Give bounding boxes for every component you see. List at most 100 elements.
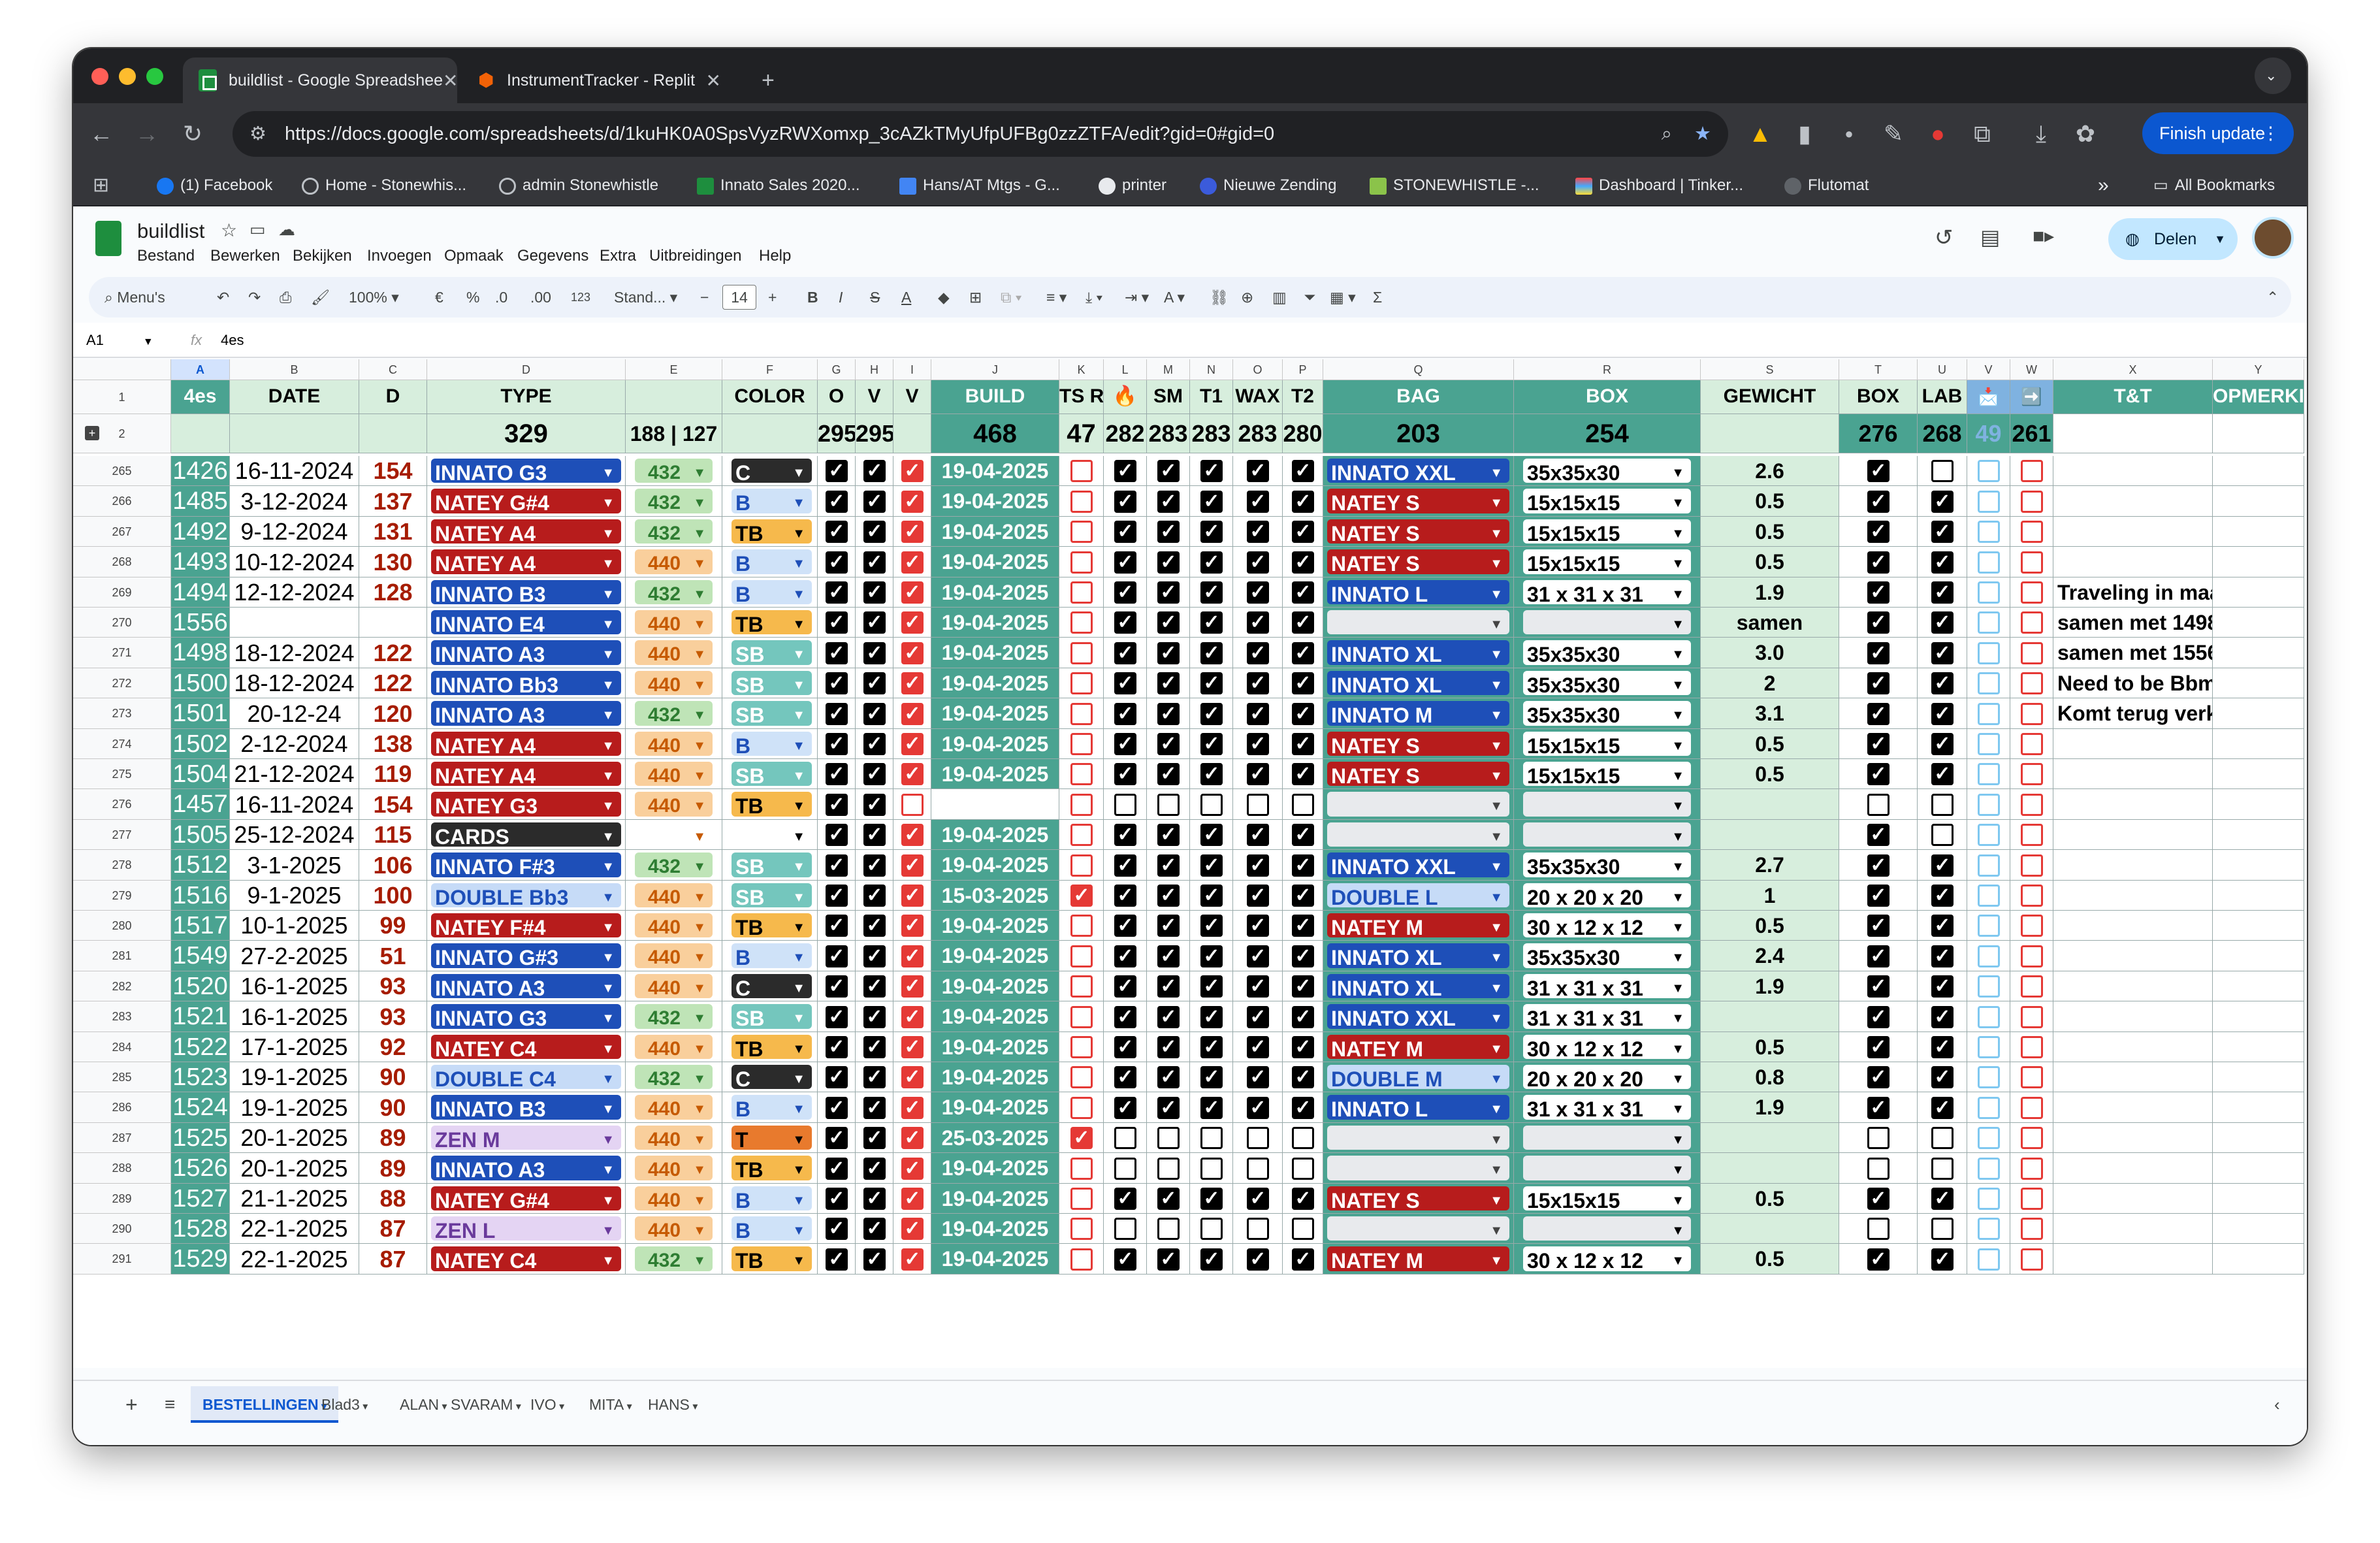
checkbox[interactable] [1070,581,1093,604]
checkbox-cell[interactable]: ✓ [1839,1184,1918,1214]
checkbox[interactable]: ✓ [1247,733,1269,755]
type-chip[interactable]: NATEY C4 [431,1246,621,1274]
checkbox-cell[interactable] [1283,1153,1323,1184]
checkbox[interactable]: ✓ [826,945,848,967]
color-chip[interactable]: TB [732,519,812,546]
remarks-cell[interactable] [2213,456,2304,486]
tuning-dropdown-cell[interactable]: 440 [626,729,722,759]
checkbox-cell[interactable]: ✓ [856,1001,893,1032]
color-chip[interactable]: SB [732,883,812,910]
build-date-cell[interactable]: 19-04-2025 [931,971,1059,1001]
bag-chip[interactable] [1327,1156,1509,1183]
apps-grid-icon[interactable]: ⊞ [93,165,109,206]
type-dropdown-cell[interactable]: INNATO G3 [427,456,626,486]
checkbox-cell[interactable]: ✓ [1190,971,1233,1001]
weight-cell[interactable]: 1 [1701,881,1839,911]
checkbox[interactable] [1070,1097,1093,1119]
summary-cell-u[interactable]: 268 [1918,414,1967,453]
track-trace-cell[interactable]: samen met 1498 [2053,608,2213,638]
bag-dropdown-cell[interactable]: NATEY S [1323,547,1514,577]
checkbox-cell[interactable]: ✓ [1190,1062,1233,1092]
checkbox-cell[interactable] [1059,608,1104,638]
bookmark-item[interactable]: Nieuwe Zending [1200,165,1336,206]
bookmark-item[interactable]: admin Stonewhistle [499,165,658,206]
bag-dropdown-cell[interactable] [1323,1214,1514,1244]
checkbox[interactable]: ✓ [1247,611,1269,634]
order-number-cell[interactable]: 1524 [171,1092,230,1123]
checkbox[interactable]: ✓ [1931,703,1954,725]
bag-dropdown-cell[interactable]: NATEY M [1323,1032,1514,1062]
checkbox[interactable]: ✓ [1247,1188,1269,1210]
italic-button[interactable]: I [839,277,843,317]
tuning-chip[interactable]: 432 [635,580,713,607]
checkbox[interactable]: ✓ [863,794,886,816]
checkbox[interactable]: ✓ [826,854,848,877]
checkbox[interactable]: ✓ [1867,915,1890,937]
order-number-cell[interactable]: 1485 [171,486,230,517]
collapse-toolbar-icon[interactable]: ⌃ [2266,277,2279,317]
checkbox-cell[interactable]: ✓ [818,850,856,881]
checkbox-cell[interactable]: ✓ [893,1123,931,1153]
checkbox[interactable] [2021,824,2043,846]
track-trace-cell[interactable] [2053,1092,2213,1123]
checkbox-cell[interactable] [1918,456,1967,486]
checkbox-cell[interactable]: ✓ [1233,577,1283,608]
checkbox[interactable]: ✓ [1070,885,1093,907]
remarks-cell[interactable] [2213,941,2304,971]
remarks-cell[interactable] [2213,638,2304,668]
type-chip[interactable]: NATEY C4 [431,1035,621,1062]
bag-chip[interactable]: NATEY M [1327,1035,1509,1062]
sheet-tab-ivo[interactable]: IVO ▾ [530,1386,564,1423]
checkbox[interactable]: ✓ [1157,1188,1180,1210]
checkbox[interactable]: ✓ [826,1127,848,1149]
order-number-cell[interactable]: 1520 [171,971,230,1001]
checkbox-cell[interactable]: ✓ [1233,1244,1283,1275]
checkbox-cell[interactable] [893,789,931,820]
build-date-cell[interactable]: 19-04-2025 [931,638,1059,668]
box-chip[interactable] [1523,1216,1691,1243]
checkbox[interactable]: ✓ [1157,1036,1180,1058]
build-date-cell[interactable]: 15-03-2025 [931,881,1059,911]
tuning-chip[interactable]: 440 [635,1216,713,1243]
checkbox[interactable]: ✓ [1931,854,1954,877]
checkbox-cell[interactable] [1147,1153,1190,1184]
checkbox[interactable] [1931,824,1954,846]
build-date-cell[interactable]: 19-04-2025 [931,456,1059,486]
checkbox-cell[interactable]: ✓ [1104,1184,1147,1214]
color-dropdown-cell[interactable]: SB [722,759,818,789]
checkbox[interactable]: ✓ [826,1097,848,1119]
box-chip[interactable]: 15x15x15 [1523,519,1691,546]
checkbox-cell[interactable] [1059,911,1104,941]
days-cell[interactable]: 99 [359,911,427,941]
bookmark-item[interactable]: (1) Facebook [157,165,272,206]
checkbox-cell[interactable] [1190,1153,1233,1184]
checkbox[interactable]: ✓ [1200,672,1223,694]
checkbox[interactable] [2021,1127,2043,1149]
date-cell[interactable]: 27-2-2025 [230,941,359,971]
type-chip[interactable]: NATEY G3 [431,792,621,819]
checkbox[interactable] [2021,491,2043,513]
build-date-cell[interactable]: 19-04-2025 [931,486,1059,517]
weight-cell[interactable]: 2 [1701,668,1839,698]
box-dropdown-cell[interactable]: 30 x 12 x 12 [1514,911,1701,941]
remarks-cell[interactable] [2213,881,2304,911]
checkbox[interactable] [2021,1188,2043,1210]
tuning-chip[interactable]: 440 [635,974,713,1001]
column-header-x[interactable]: X [2053,359,2213,380]
close-window-button[interactable] [91,68,108,85]
order-number-cell[interactable]: 1502 [171,729,230,759]
remarks-cell[interactable] [2213,729,2304,759]
checkbox[interactable]: ✓ [1247,1097,1269,1119]
checkbox-cell[interactable]: ✓ [1190,638,1233,668]
insert-comment-icon[interactable]: ⊕ [1241,277,1253,317]
type-dropdown-cell[interactable]: NATEY C4 [427,1244,626,1275]
days-cell[interactable] [359,608,427,638]
box-chip[interactable] [1523,1126,1691,1152]
checkbox[interactable]: ✓ [1292,1188,1314,1210]
tuning-chip[interactable]: 440 [635,610,713,637]
type-dropdown-cell[interactable]: ZEN M [427,1123,626,1153]
bag-chip[interactable]: DOUBLE M [1327,1065,1509,1092]
checkbox[interactable]: ✓ [826,551,848,574]
checkbox[interactable]: ✓ [1247,672,1269,694]
checkbox-cell[interactable] [2010,1153,2053,1184]
